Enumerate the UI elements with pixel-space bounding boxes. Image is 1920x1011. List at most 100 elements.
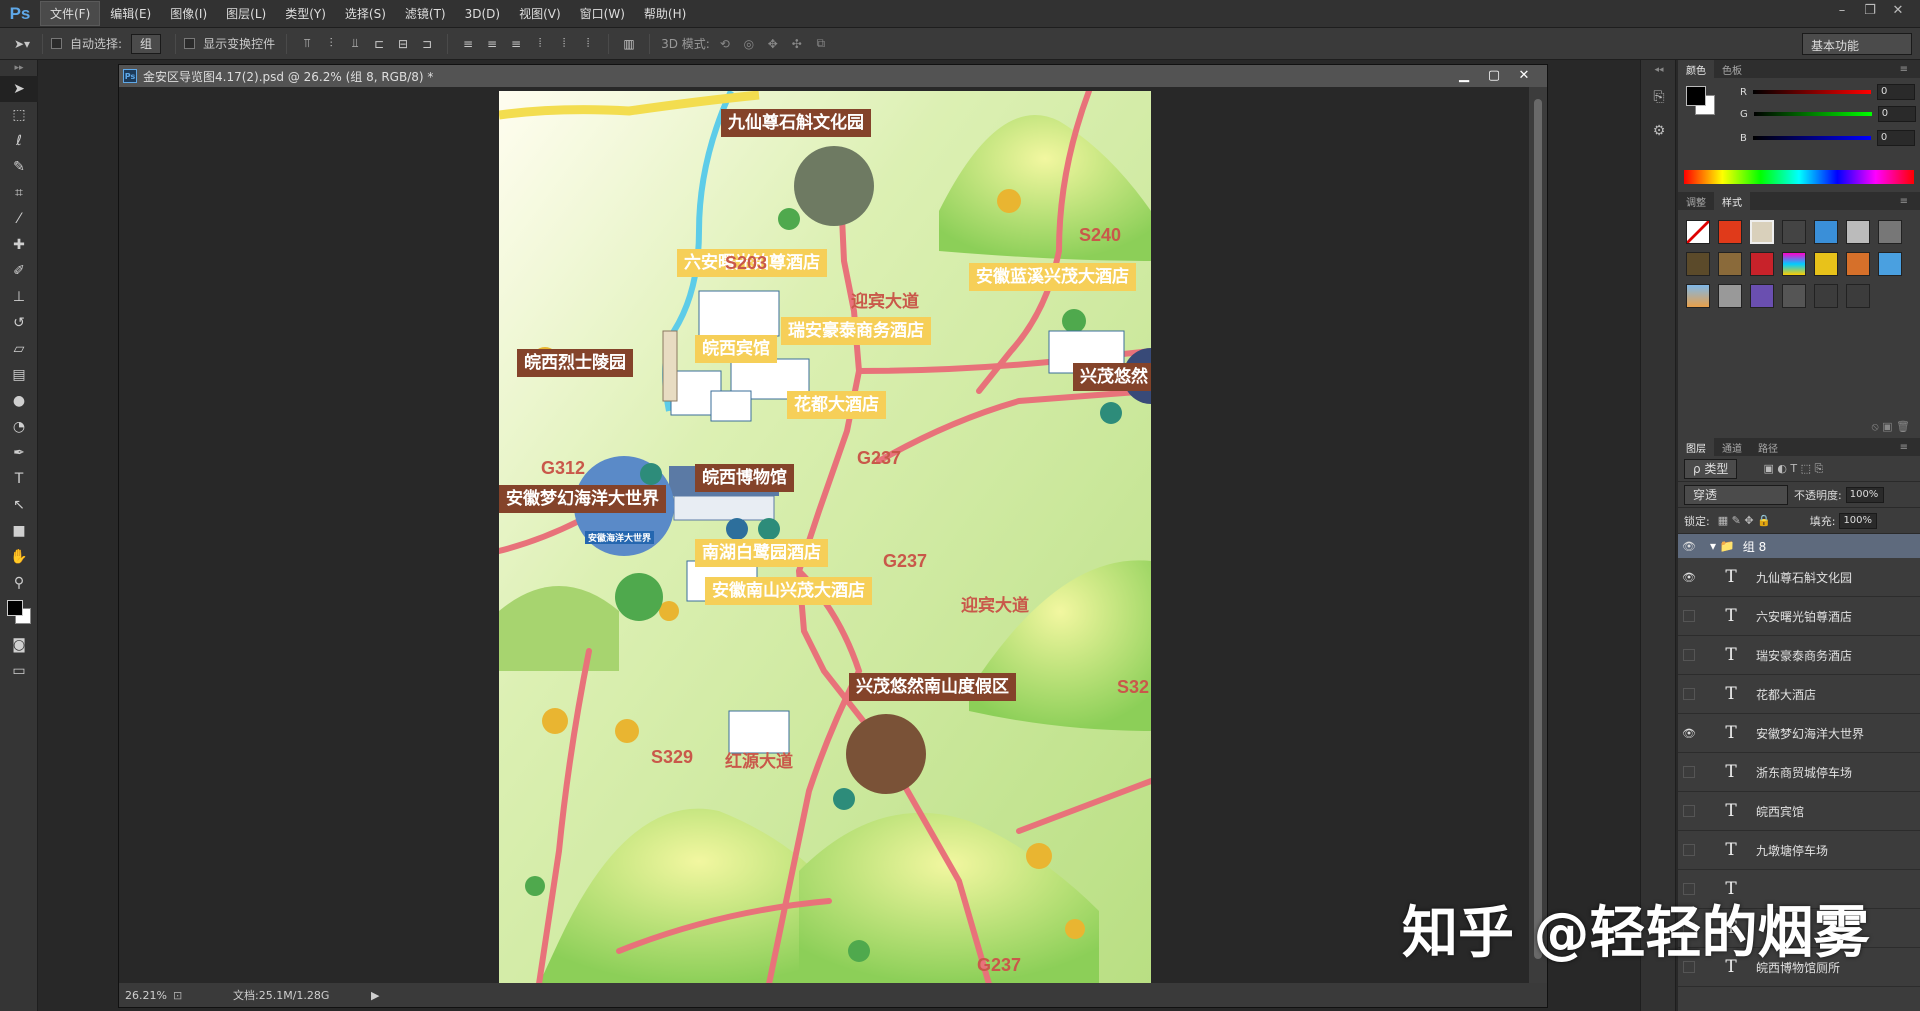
tab-layers[interactable]: 图层 bbox=[1678, 437, 1714, 457]
layer-row[interactable]: T 九墩塘停车场 bbox=[1678, 831, 1920, 870]
eyedropper-tool-icon[interactable]: ⁄ bbox=[0, 206, 38, 232]
distribute-top-icon[interactable]: ≡ bbox=[459, 34, 477, 54]
screen-mode-icon[interactable]: ▭ bbox=[0, 658, 38, 684]
tab-channels[interactable]: 通道 bbox=[1714, 438, 1750, 457]
minimize-icon[interactable]: – bbox=[1828, 3, 1856, 18]
layer-name[interactable]: 六安曙光铂尊酒店 bbox=[1756, 608, 1852, 625]
status-menu-arrow-icon[interactable]: ▶ bbox=[371, 989, 379, 1002]
layer-row[interactable]: T 瑞安豪泰商务酒店 bbox=[1678, 636, 1920, 675]
collapse-dock-icon[interactable]: ◂◂ bbox=[1641, 60, 1677, 80]
align-right-icon[interactable]: ⊐ bbox=[418, 34, 436, 54]
green-slider[interactable] bbox=[1753, 112, 1872, 116]
fill-input[interactable]: 100% bbox=[1839, 512, 1878, 529]
path-select-tool-icon[interactable]: ↖ bbox=[0, 492, 38, 518]
panel-menu-icon[interactable]: ≡ bbox=[1892, 194, 1916, 209]
color-spectrum[interactable] bbox=[1684, 170, 1914, 184]
hidden-eye-slot[interactable] bbox=[1683, 610, 1695, 622]
eye-icon[interactable]: 👁 bbox=[1678, 540, 1700, 553]
move-tool-preset-icon[interactable]: ➤▾ bbox=[13, 34, 31, 54]
layer-name[interactable]: 九墩塘停车场 bbox=[1756, 842, 1828, 859]
layer-name[interactable]: 九仙尊石斛文化园 bbox=[1756, 569, 1852, 586]
collapse-toolbar-icon[interactable]: ▸▸ bbox=[0, 60, 38, 76]
style-swatch[interactable] bbox=[1846, 252, 1870, 276]
panel-foreground-swatch[interactable] bbox=[1686, 86, 1706, 106]
eye-icon[interactable]: 👁 bbox=[1678, 571, 1700, 584]
style-swatch[interactable] bbox=[1782, 220, 1806, 244]
rectangle-tool-icon[interactable]: ■ bbox=[0, 518, 38, 544]
distribute-right-icon[interactable]: ⦙ bbox=[579, 34, 597, 54]
menu-edit[interactable]: 编辑(E) bbox=[101, 2, 160, 25]
red-value-input[interactable]: 0 bbox=[1876, 84, 1915, 100]
rotate-3d-icon[interactable]: ⟲ bbox=[716, 34, 734, 54]
style-swatch[interactable] bbox=[1782, 284, 1806, 308]
hidden-eye-slot[interactable] bbox=[1683, 649, 1695, 661]
auto-align-icon[interactable]: ▥ bbox=[620, 34, 638, 54]
type-tool-icon[interactable]: T bbox=[0, 466, 38, 492]
menu-type[interactable]: 类型(Y) bbox=[276, 2, 335, 25]
blur-tool-icon[interactable]: ● bbox=[0, 388, 38, 414]
document-tab[interactable]: Ps 金安区导览图4.17(2).psd @ 26.2% (组 8, RGB/8… bbox=[119, 65, 1547, 87]
tab-swatches[interactable]: 色板 bbox=[1714, 60, 1750, 79]
auto-select-dropdown[interactable]: 组 bbox=[131, 33, 162, 54]
opacity-input[interactable]: 100% bbox=[1845, 486, 1884, 503]
scale-3d-icon[interactable]: ⧉ bbox=[812, 34, 830, 54]
style-swatch[interactable] bbox=[1782, 252, 1806, 276]
scrollbar-thumb[interactable] bbox=[1534, 99, 1542, 959]
layer-name[interactable]: 浙东商贸城停车场 bbox=[1756, 764, 1852, 781]
menu-image[interactable]: 图像(I) bbox=[161, 2, 216, 25]
quick-mask-icon[interactable]: ◙ bbox=[0, 632, 38, 658]
tab-color[interactable]: 颜色 bbox=[1678, 59, 1714, 79]
style-swatch[interactable] bbox=[1750, 252, 1774, 276]
canvas-viewport[interactable]: 九仙尊石斛文化园 六安曙光铂尊酒店 安徽蓝溪兴茂大酒店 瑞安豪泰商务酒店 皖西宾… bbox=[119, 87, 1531, 985]
style-swatch[interactable] bbox=[1718, 284, 1742, 308]
layer-row[interactable]: T 六安曙光铂尊酒店 bbox=[1678, 597, 1920, 636]
auto-select-checkbox[interactable] bbox=[51, 38, 62, 49]
hidden-eye-slot[interactable] bbox=[1683, 688, 1695, 700]
properties-panel-icon[interactable]: ⚙ bbox=[1641, 114, 1677, 148]
brush-tool-icon[interactable]: ✐ bbox=[0, 258, 38, 284]
style-swatch[interactable] bbox=[1750, 284, 1774, 308]
layer-name[interactable]: 花都大酒店 bbox=[1756, 686, 1816, 703]
panel-menu-icon[interactable]: ≡ bbox=[1892, 62, 1916, 77]
layer-row[interactable]: 👁 T 安徽梦幻海洋大世界 bbox=[1678, 714, 1920, 753]
layer-row[interactable]: T 皖西宾馆 bbox=[1678, 792, 1920, 831]
distribute-left-icon[interactable]: ⦙ bbox=[531, 34, 549, 54]
menu-help[interactable]: 帮助(H) bbox=[635, 2, 695, 25]
quick-select-tool-icon[interactable]: ✎ bbox=[0, 154, 38, 180]
eye-icon[interactable]: 👁 bbox=[1678, 727, 1700, 740]
blue-value-input[interactable]: 0 bbox=[1876, 130, 1915, 146]
doc-close-icon[interactable]: ✕ bbox=[1509, 65, 1539, 87]
style-swatch[interactable] bbox=[1686, 284, 1710, 308]
filter-icons[interactable]: ▣ ◐ T ⬚ ⎘ bbox=[1763, 462, 1823, 476]
history-panel-icon[interactable]: ⎘ bbox=[1641, 80, 1677, 114]
crop-tool-icon[interactable]: ⌗ bbox=[0, 180, 38, 206]
document-vertical-scrollbar[interactable] bbox=[1529, 87, 1547, 985]
menu-window[interactable]: 窗口(W) bbox=[571, 2, 634, 25]
foreground-color[interactable] bbox=[7, 600, 23, 616]
doc-minimize-icon[interactable]: ▁ bbox=[1449, 65, 1479, 87]
layer-kind-filter[interactable]: ρ 类型 bbox=[1684, 458, 1738, 479]
move-tool-icon[interactable]: ➤ bbox=[0, 76, 38, 102]
drag-3d-icon[interactable]: ✥ bbox=[764, 34, 782, 54]
red-slider[interactable] bbox=[1752, 90, 1871, 94]
style-swatch[interactable] bbox=[1814, 284, 1838, 308]
layer-row[interactable]: 👁 T 九仙尊石斛文化园 bbox=[1678, 558, 1920, 597]
menu-3d[interactable]: 3D(D) bbox=[456, 4, 509, 24]
slide-3d-icon[interactable]: ✣ bbox=[788, 34, 806, 54]
style-swatch[interactable] bbox=[1686, 252, 1710, 276]
style-swatch[interactable] bbox=[1846, 284, 1870, 308]
style-swatch[interactable] bbox=[1718, 252, 1742, 276]
align-hcenter-icon[interactable]: ⊟ bbox=[394, 34, 412, 54]
layer-row[interactable]: T 花都大酒店 bbox=[1678, 675, 1920, 714]
hidden-eye-slot[interactable] bbox=[1683, 766, 1695, 778]
roll-3d-icon[interactable]: ◎ bbox=[740, 34, 758, 54]
align-top-icon[interactable]: ⫪ bbox=[298, 34, 316, 54]
workspace-dropdown[interactable]: 基本功能 bbox=[1802, 33, 1912, 55]
distribute-hcenter-icon[interactable]: ⦙ bbox=[555, 34, 573, 54]
style-swatch[interactable] bbox=[1878, 220, 1902, 244]
gradient-tool-icon[interactable]: ▤ bbox=[0, 362, 38, 388]
lock-icons[interactable]: ▦ ✎ ✥ 🔒 bbox=[1718, 514, 1804, 527]
lasso-tool-icon[interactable]: ℓ bbox=[0, 128, 38, 154]
menu-view[interactable]: 视图(V) bbox=[510, 2, 570, 25]
style-swatch[interactable] bbox=[1814, 252, 1838, 276]
